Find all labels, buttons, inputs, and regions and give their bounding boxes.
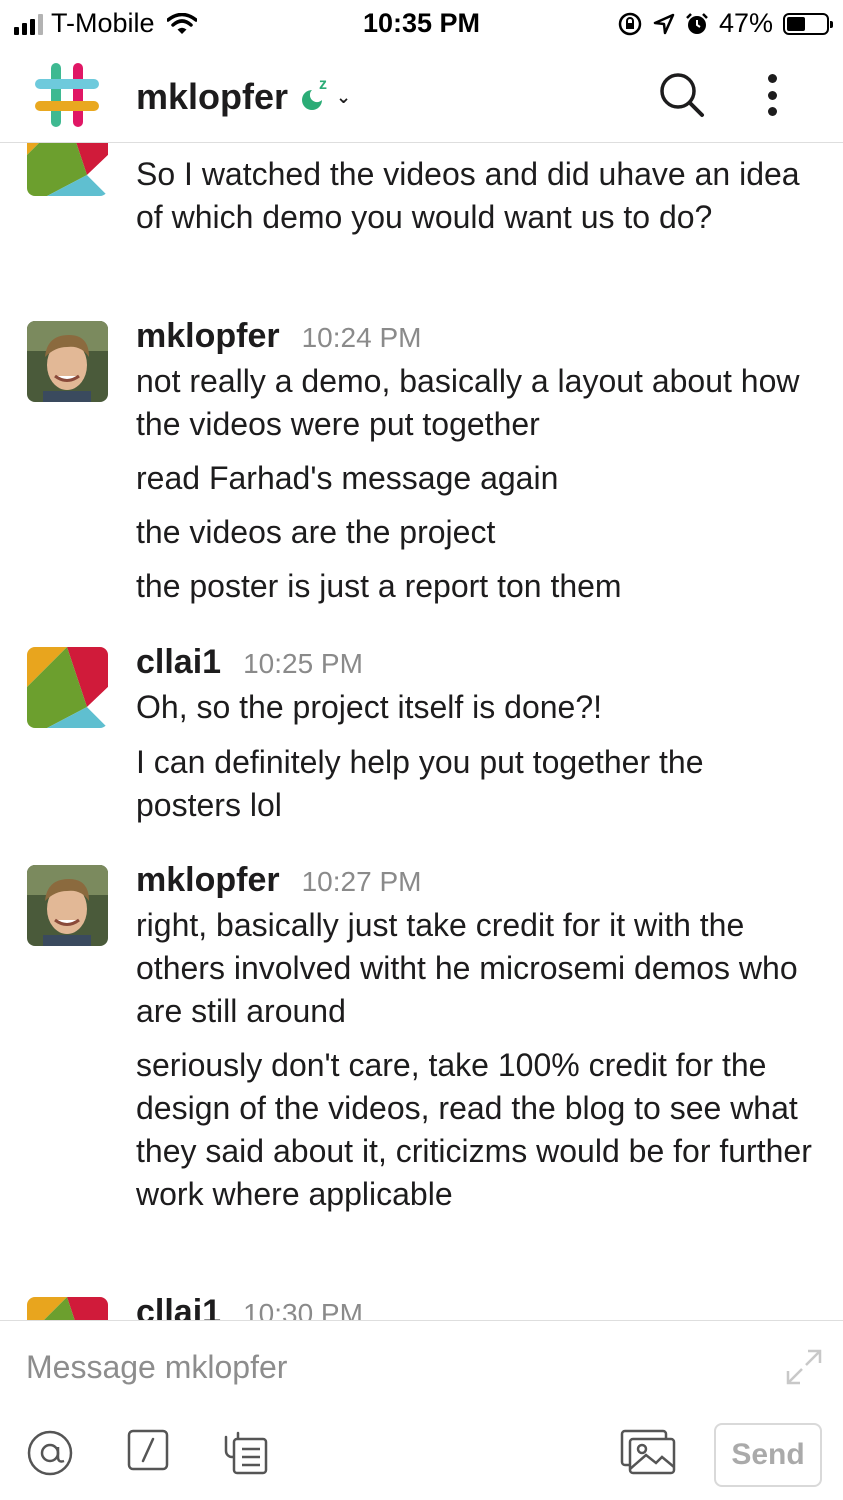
avatar[interactable] bbox=[27, 1297, 108, 1320]
message-text: not really a demo, basically a layout ab… bbox=[136, 363, 800, 442]
orientation-lock-icon bbox=[618, 12, 642, 35]
location-icon bbox=[653, 13, 675, 34]
search-icon[interactable] bbox=[656, 70, 706, 120]
message-list[interactable]: So I watched the videos and did uhave an… bbox=[0, 143, 843, 1320]
timestamp: 10:25 PM bbox=[243, 648, 363, 679]
channel-title[interactable]: mklopfer z ⌄ bbox=[136, 76, 351, 118]
snooze-icon: z bbox=[300, 76, 330, 112]
message-meta: cllai1 10:30 PM bbox=[136, 1293, 363, 1320]
avatar[interactable] bbox=[27, 143, 108, 196]
channel-name: mklopfer bbox=[136, 76, 289, 117]
chevron-down-icon: ⌄ bbox=[336, 86, 352, 107]
message-text: the poster is just a report ton them bbox=[136, 568, 622, 604]
more-options-icon[interactable] bbox=[760, 70, 784, 120]
timestamp: 10:24 PM bbox=[301, 322, 422, 353]
message-meta: cllai1 10:25 PM bbox=[136, 643, 363, 682]
status-bar: T-Mobile 10:35 PM 47% bbox=[0, 0, 843, 48]
at-icon[interactable] bbox=[26, 1429, 74, 1477]
message-text: Oh, so the project itself is done?! bbox=[136, 689, 603, 725]
author-name[interactable]: mklopfer bbox=[136, 317, 280, 356]
message-text: right, basically just take credit for it… bbox=[136, 907, 798, 1029]
slash-command-icon[interactable] bbox=[127, 1429, 169, 1471]
message-text: So I watched the videos and did uhave an… bbox=[136, 156, 800, 235]
avatar[interactable] bbox=[27, 865, 108, 946]
message-composer: Message mklopfer Send bbox=[0, 1320, 843, 1500]
avatar[interactable] bbox=[27, 647, 108, 728]
expand-icon[interactable] bbox=[784, 1347, 824, 1387]
battery-percent: 47% bbox=[718, 8, 773, 38]
message-text: I can definitely help you put together t… bbox=[136, 744, 704, 823]
message-input[interactable]: Message mklopfer bbox=[26, 1349, 287, 1386]
battery-icon bbox=[783, 12, 833, 35]
author-name[interactable]: mklopfer bbox=[136, 861, 280, 900]
message-meta: mklopfer 10:27 PM bbox=[136, 861, 421, 900]
message-text: seriously don't care, take 100% credit f… bbox=[136, 1047, 812, 1212]
author-name[interactable]: cllai1 bbox=[136, 1293, 221, 1320]
timestamp: 10:30 PM bbox=[243, 1298, 363, 1320]
photo-icon[interactable] bbox=[620, 1429, 676, 1475]
slack-logo-icon[interactable] bbox=[34, 62, 100, 128]
author-name[interactable]: cllai1 bbox=[136, 643, 221, 682]
channel-header: mklopfer z ⌄ bbox=[0, 48, 843, 143]
message-text: read Farhad's message again bbox=[136, 460, 559, 496]
alarm-icon bbox=[686, 12, 708, 34]
timestamp: 10:27 PM bbox=[301, 866, 422, 897]
message-meta: mklopfer 10:24 PM bbox=[136, 317, 421, 356]
avatar[interactable] bbox=[27, 321, 108, 402]
message-text: the videos are the project bbox=[136, 514, 496, 550]
send-button[interactable]: Send bbox=[714, 1423, 822, 1487]
attachment-icon[interactable] bbox=[224, 1429, 270, 1475]
